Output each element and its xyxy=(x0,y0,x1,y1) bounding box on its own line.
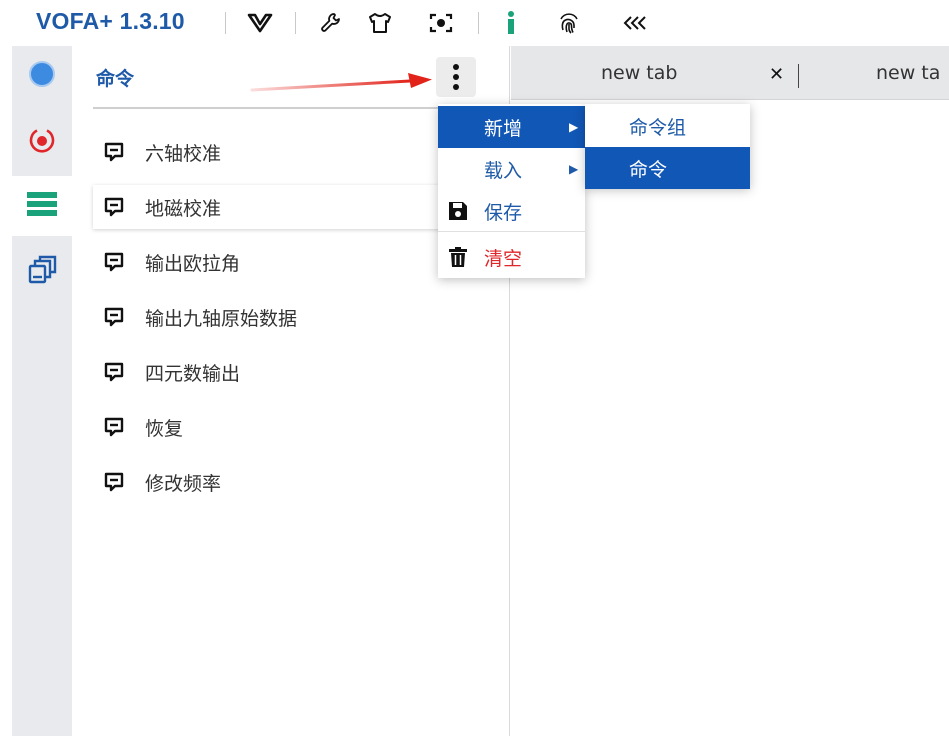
menu-item-clear[interactable]: 清空 xyxy=(438,236,585,278)
command-item[interactable]: 修改频率 xyxy=(93,460,503,504)
menu-item-label: 保存 xyxy=(484,201,523,224)
submenu-item-label: 命令 xyxy=(629,158,668,181)
more-options-button[interactable] xyxy=(436,57,476,97)
wrench-icon[interactable] xyxy=(316,8,346,38)
submenu: 命令组 命令 xyxy=(585,104,750,189)
command-message-icon xyxy=(104,252,124,272)
more-dots-icon-part xyxy=(453,74,459,80)
more-dots-icon xyxy=(453,64,459,70)
command-item[interactable]: 恢复 xyxy=(93,405,503,449)
command-message-icon xyxy=(104,417,124,437)
submenu-item-label: 命令组 xyxy=(629,116,687,139)
command-message-icon xyxy=(104,472,124,492)
connection-icon xyxy=(28,60,56,92)
submenu-item-command-group[interactable]: 命令组 xyxy=(585,105,750,147)
menu-item-label: 新增 xyxy=(484,117,523,140)
rail-connection[interactable] xyxy=(12,46,72,106)
info-icon[interactable] xyxy=(496,8,526,38)
submenu-arrow-icon: ▶ xyxy=(569,162,579,176)
menu-item-add[interactable]: 新增 ▶ xyxy=(438,106,585,148)
tab-new-tab-1[interactable]: new tab xyxy=(601,46,677,100)
screenshot-icon[interactable] xyxy=(426,8,456,38)
toolbar-divider xyxy=(295,12,296,34)
command-label: 地磁校准 xyxy=(145,197,222,220)
command-list-icon xyxy=(26,190,58,222)
command-message-icon xyxy=(104,362,124,382)
toolbar-divider xyxy=(225,12,226,34)
record-icon xyxy=(28,126,56,158)
toolbar-divider xyxy=(478,12,479,34)
vofa-logo-icon[interactable] xyxy=(245,8,275,38)
submenu-arrow-icon: ▶ xyxy=(569,120,579,134)
command-item[interactable]: 四元数输出 xyxy=(93,350,503,394)
trash-icon xyxy=(449,247,467,267)
annotation-arrow xyxy=(250,73,432,92)
context-menu: 新增 ▶ 载入 ▶ 保存 清空 xyxy=(438,104,585,278)
collapse-chevrons-icon[interactable] xyxy=(620,8,650,38)
tab-close-icon[interactable]: ✕ xyxy=(769,64,784,85)
command-label: 恢复 xyxy=(145,417,184,440)
menu-item-save[interactable]: 保存 xyxy=(438,190,585,232)
rail-record[interactable] xyxy=(12,112,72,172)
tab-divider xyxy=(798,64,799,88)
menu-divider xyxy=(438,231,585,232)
command-item[interactable]: 输出九轴原始数据 xyxy=(93,295,503,339)
rail-commands[interactable] xyxy=(12,176,72,236)
windows-icon xyxy=(27,255,57,289)
top-toolbar: VOFA+ 1.3.10 xyxy=(0,0,949,46)
panel-title: 命令 xyxy=(96,68,135,90)
command-label: 修改频率 xyxy=(145,472,222,495)
more-dots-icon-part xyxy=(453,84,459,90)
tab-new-tab-2[interactable]: new ta xyxy=(876,46,940,100)
submenu-item-command[interactable]: 命令 xyxy=(585,147,750,189)
shirt-icon[interactable] xyxy=(365,8,395,38)
tab-label: new ta xyxy=(876,62,941,84)
command-label: 四元数输出 xyxy=(145,362,241,385)
command-message-icon xyxy=(104,307,124,327)
save-icon xyxy=(449,202,467,220)
menu-item-label: 清空 xyxy=(484,247,523,270)
command-message-icon xyxy=(104,197,124,217)
rail-windows[interactable] xyxy=(12,242,72,302)
command-label: 输出九轴原始数据 xyxy=(145,307,298,330)
menu-item-label: 载入 xyxy=(484,159,523,182)
menu-item-load[interactable]: 载入 ▶ xyxy=(438,148,585,190)
tab-label: new tab xyxy=(601,62,678,84)
app-title: VOFA+ 1.3.10 xyxy=(36,8,185,34)
left-rail xyxy=(12,46,72,736)
tab-strip: new tab ✕ new ta xyxy=(511,46,949,100)
command-label: 输出欧拉角 xyxy=(145,252,241,275)
command-label: 六轴校准 xyxy=(145,142,222,165)
fingerprint-icon[interactable] xyxy=(554,8,584,38)
command-message-icon xyxy=(104,142,124,162)
